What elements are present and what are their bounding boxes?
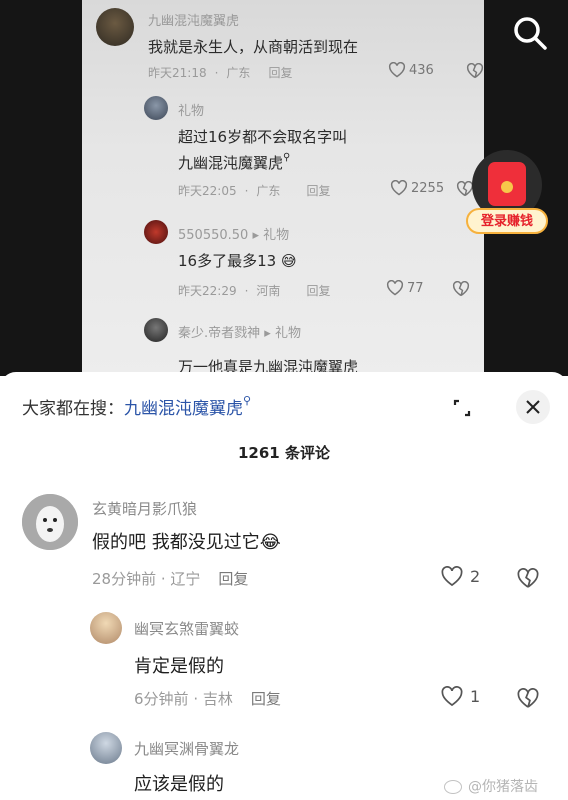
- search-icon[interactable]: [511, 14, 549, 52]
- reply-button[interactable]: 回复: [306, 284, 330, 298]
- comment-text: 假的吧 我都没见过它😂: [92, 528, 281, 554]
- heart-icon: [386, 280, 404, 296]
- comment-region: 广东: [256, 184, 281, 198]
- like-button[interactable]: 1: [440, 686, 480, 707]
- comment-meta: 28分钟前 · 辽宁 回复: [92, 570, 249, 588]
- dog-avatar-icon: [22, 494, 78, 550]
- comment-region: 吉林: [202, 690, 233, 708]
- redpack-button[interactable]: 登录赚钱: [464, 150, 550, 240]
- like-button[interactable]: 436: [388, 62, 434, 78]
- comment-text-content: 假的吧 我都没见过它: [92, 532, 260, 553]
- video-area[interactable]: 九幽混沌魔翼虎 我就是永生人，从商朝活到现在 昨天21:18 · 广东 回复 436 …: [0, 0, 568, 376]
- comment-text: 超过16岁都不会取名字叫: [178, 128, 348, 146]
- gift-label: 礼物: [274, 326, 301, 341]
- broken-heart-icon[interactable]: [452, 281, 470, 297]
- like-count: 436: [409, 62, 434, 78]
- reply-button[interactable]: 回复: [251, 690, 281, 708]
- comment-region: 辽宁: [170, 570, 201, 588]
- like-button[interactable]: 77: [386, 280, 424, 296]
- comment-item: 幽冥玄煞雷翼蛟 肯定是假的 6分钟前 · 吉林 回复 1: [90, 612, 568, 722]
- redpack-label: 登录赚钱: [466, 208, 548, 234]
- like-button[interactable]: 2: [440, 566, 480, 587]
- video-comment: 礼物 超过16岁都不会取名字叫 九幽混沌魔翼虎⚲ 昨天22:05 · 广东 回复 22…: [144, 96, 484, 200]
- reply-button[interactable]: 回复: [268, 66, 292, 80]
- comment-time: 昨天21:18: [148, 66, 207, 80]
- comment-region: 河南: [256, 284, 281, 298]
- comment-count: 1261 条评论: [238, 444, 330, 462]
- like-count: 2: [470, 567, 481, 586]
- reply-button[interactable]: 回复: [218, 570, 248, 588]
- avatar: [144, 96, 168, 120]
- laughing-emoji-icon: 😂: [259, 532, 281, 553]
- gift-label: 礼物: [263, 228, 290, 243]
- comment-text: 肯定是假的: [134, 656, 224, 677]
- comment-author: 九幽混沌魔翼虎: [148, 14, 240, 29]
- video-comment: 550550.50 ▸ 礼物 16多了最多13 😅 昨天22:29 · 河南 回复 7…: [144, 220, 484, 300]
- close-button[interactable]: [516, 390, 550, 424]
- avatar[interactable]: [90, 612, 122, 644]
- comment-text: 应该是假的: [134, 774, 224, 795]
- broken-heart-icon[interactable]: [516, 688, 540, 709]
- heart-icon: [388, 62, 406, 78]
- search-link-text[interactable]: 九幽混沌魔翼虎: [178, 154, 283, 172]
- like-count: 1: [470, 687, 481, 706]
- like-button[interactable]: 2255: [390, 180, 444, 196]
- comment-meta: 昨天22:29 · 河南 回复: [178, 284, 331, 298]
- comment-time: 6分钟前: [134, 690, 189, 708]
- emoji-icon: 😅: [276, 252, 297, 270]
- broken-heart-icon[interactable]: [516, 568, 540, 589]
- trending-term[interactable]: 九幽混沌魔翼虎: [124, 399, 243, 419]
- comment-region: 广东: [226, 66, 251, 80]
- comment-time: 昨天22:05: [178, 184, 237, 198]
- broken-heart-icon[interactable]: [466, 63, 484, 79]
- avatar[interactable]: [90, 732, 122, 764]
- comment-author[interactable]: 玄黄暗月影爪狼: [92, 498, 197, 519]
- like-count: 77: [407, 280, 424, 296]
- comment-author: 秦少.帝者戮神 ▸ 礼物: [178, 326, 301, 341]
- avatar: [144, 318, 168, 342]
- heart-icon: [390, 180, 408, 196]
- close-icon: [526, 400, 540, 414]
- comment-meta: 昨天22:05 · 广东 回复: [178, 184, 331, 198]
- search-icon: ⚲: [283, 152, 291, 163]
- comment-author[interactable]: 幽冥玄煞雷翼蛟: [134, 618, 239, 639]
- search-link[interactable]: 九幽混沌魔翼虎⚲: [178, 152, 290, 173]
- reply-button[interactable]: 回复: [306, 184, 330, 198]
- video-comment: 九幽混沌魔翼虎 我就是永生人，从商朝活到现在 昨天21:18 · 广东 回复 436: [96, 6, 484, 86]
- trending-prefix: 大家都在搜：: [22, 399, 124, 419]
- comment-meta: 昨天21:18 · 广东 回复: [148, 66, 293, 80]
- comment-author[interactable]: 九幽冥渊骨翼龙: [134, 738, 239, 759]
- comment-text: 16多了最多13 😅: [178, 250, 297, 271]
- comment-text: 我就是永生人，从商朝活到现在: [148, 38, 359, 56]
- like-count: 2255: [411, 180, 445, 196]
- watermark: @你猪落齿: [444, 776, 538, 796]
- trending-search[interactable]: 大家都在搜：九幽混沌魔翼虎⚲: [22, 394, 251, 419]
- comment-author-name: 秦少.帝者戮神: [178, 326, 261, 341]
- video-frame: 九幽混沌魔翼虎 我就是永生人，从商朝活到现在 昨天21:18 · 广东 回复 436 …: [82, 0, 484, 376]
- video-comment: 秦少.帝者戮神 ▸ 礼物 万一他真是九幽混沌魔翼虎: [144, 318, 484, 376]
- comments-sheet: 大家都在搜：九幽混沌魔翼虎⚲ 1261 条评论 玄黄暗月影爪狼 假的吧 我都没见…: [0, 372, 568, 800]
- comment-time: 昨天22:29: [178, 284, 237, 298]
- heart-icon: [441, 686, 463, 707]
- avatar: [96, 8, 134, 46]
- red-envelope-icon: [488, 162, 526, 206]
- avatar[interactable]: [22, 494, 78, 550]
- avatar: [144, 220, 168, 244]
- comment-author-name: 550550.50: [178, 228, 249, 243]
- expand-icon[interactable]: [446, 392, 478, 424]
- comment-time: 28分钟前: [92, 570, 157, 588]
- comment-author: 礼物: [178, 104, 205, 119]
- comment-text-content: 16多了最多13: [178, 252, 277, 270]
- comment-item: 玄黄暗月影爪狼 假的吧 我都没见过它😂 28分钟前 · 辽宁 回复 2: [22, 492, 568, 602]
- comment-meta: 6分钟前 · 吉林 回复: [134, 690, 281, 708]
- comment-author: 550550.50 ▸ 礼物: [178, 228, 290, 243]
- search-icon: ⚲: [243, 394, 252, 407]
- heart-icon: [441, 566, 463, 587]
